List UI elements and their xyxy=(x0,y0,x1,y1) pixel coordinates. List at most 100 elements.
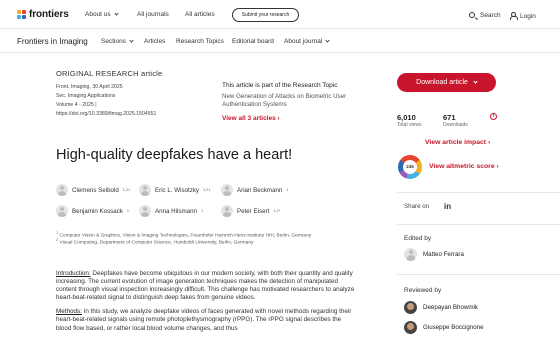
research-topic-heading: This article is part of the Research Top… xyxy=(222,82,338,89)
login-label: Login xyxy=(520,13,536,20)
affiliation-number: 2 xyxy=(56,238,59,242)
author-item[interactable]: Anna Hilsmann 1 xyxy=(139,205,203,217)
total-views-stat: 6,010 Total views xyxy=(397,113,421,128)
altmetric-label: View altmetric score xyxy=(429,163,495,170)
altmetric-badge-icon[interactable]: 245 xyxy=(398,155,422,179)
views-label: Total views xyxy=(397,122,422,128)
view-article-impact-link[interactable]: View article impact › xyxy=(425,139,490,146)
reviewer-name: Giuseppe Boccignone xyxy=(423,324,484,331)
divider xyxy=(397,224,560,225)
author-name: Clemens Seibold xyxy=(72,186,119,194)
download-article-button[interactable]: Download article xyxy=(397,73,496,92)
divider xyxy=(397,192,560,193)
volume: Volume 4 - 2025 | xyxy=(56,102,97,108)
chevron-down-icon xyxy=(114,11,119,16)
journal-navigation: Frontiers in Imaging Sections Articles R… xyxy=(0,30,560,53)
article-title: High-quality deepfakes have a heart! xyxy=(56,147,293,163)
search-icon xyxy=(469,12,475,18)
author-name: Arian Beckmann xyxy=(237,186,283,194)
top-navigation: frontiers About us All journals All arti… xyxy=(0,0,560,29)
author-affiliation-sup: 1,2† xyxy=(203,188,211,192)
editor-name: Matteo Ferrara xyxy=(423,251,464,258)
chevron-down-icon xyxy=(325,38,330,43)
journal-name[interactable]: Frontiers in Imaging xyxy=(17,37,88,46)
altmetric-score: 245 xyxy=(403,160,417,174)
subnav-research-topics[interactable]: Research Topics xyxy=(176,38,224,45)
abstract-methods: Methods: In this study, we analyze deepf… xyxy=(56,308,356,332)
author-item[interactable]: Benjamin Kossack 1 xyxy=(56,205,129,217)
author-affiliation-sup: 1 xyxy=(126,209,130,213)
user-icon xyxy=(509,12,518,20)
frontiers-logo[interactable]: frontiers xyxy=(17,9,69,20)
author-item[interactable]: Eric L. Wisotzky 1,2† xyxy=(139,184,210,196)
intro-text: Deepfakes have become ubiquitous in our … xyxy=(56,270,355,302)
affiliation-2: 2 Visual Computing, Department of Comput… xyxy=(56,238,253,246)
author-item[interactable]: Peter Eisert 1,2* xyxy=(221,205,280,217)
avatar xyxy=(404,301,417,314)
subnav-editorial-board[interactable]: Editorial board xyxy=(232,38,274,45)
avatar xyxy=(139,184,151,196)
methods-text: In this study, we analyze deepfake video… xyxy=(56,308,352,332)
reviewer-item[interactable]: Giuseppe Boccignone xyxy=(404,321,484,334)
abstract-introduction: Introduction: Deepfakes have become ubiq… xyxy=(56,270,356,302)
avatar xyxy=(221,184,233,196)
abstract: Introduction: Deepfakes have become ubiq… xyxy=(56,270,356,333)
reviewer-item[interactable]: Deepayan Bhowmik xyxy=(404,301,478,314)
author-name: Anna Hilsmann xyxy=(155,207,197,215)
journal-citation: Front. Imaging, 30 April 2025 xyxy=(56,84,123,90)
avatar xyxy=(139,205,151,217)
methods-label: Methods: xyxy=(56,308,82,316)
view-all-label: View all 3 articles xyxy=(222,115,276,122)
author-affiliation-sup: 1 xyxy=(200,209,204,213)
edited-by-heading: Edited by xyxy=(404,235,432,242)
author-affiliation-sup: 1,2† xyxy=(122,188,131,192)
chevron-right-icon: › xyxy=(496,163,499,170)
linkedin-icon[interactable]: in xyxy=(444,202,451,211)
info-icon[interactable]: i xyxy=(490,113,497,120)
downloads-label: Downloads xyxy=(443,122,468,128)
nav-all-journals[interactable]: All journals xyxy=(137,11,169,18)
reviewed-by-heading: Reviewed by xyxy=(404,287,442,294)
submit-research-button[interactable]: Submit your research xyxy=(232,8,299,22)
chevron-down-icon xyxy=(129,38,134,43)
subnav-articles[interactable]: Articles xyxy=(144,38,165,45)
editor-item[interactable]: Matteo Ferrara xyxy=(404,248,464,261)
subnav-sections-label: Sections xyxy=(101,38,126,45)
author-item[interactable]: Arian Beckmann 1 xyxy=(221,184,289,196)
chevron-right-icon: › xyxy=(277,115,280,122)
reviewer-name: Deepayan Bhowmik xyxy=(423,304,479,311)
author-name: Benjamin Kossack xyxy=(72,207,123,215)
chevron-right-icon: › xyxy=(487,139,491,146)
doi-link[interactable]: https://doi.org/10.3389/fimag.2025.15045… xyxy=(56,111,156,117)
intro-label: Introduction: xyxy=(56,270,91,277)
view-all-articles-link[interactable]: View all 3 articles › xyxy=(222,115,280,122)
impact-label: View article impact xyxy=(425,139,487,146)
affiliation-number: 1 xyxy=(56,231,59,235)
subnav-sections[interactable]: Sections xyxy=(101,38,134,45)
affiliation-text: Visual Computing, Department of Computer… xyxy=(59,240,254,246)
author-affiliation-sup: 1,2* xyxy=(273,209,281,213)
section-name: Sec. Imaging Applications xyxy=(56,93,116,99)
author-item[interactable]: Clemens Seibold 1,2† xyxy=(56,184,130,196)
login-button[interactable]: Login xyxy=(509,11,536,20)
author-affiliation-sup: 1 xyxy=(286,188,289,192)
nav-about-us-label: About us xyxy=(85,11,111,18)
avatar xyxy=(404,248,417,261)
download-label: Download article xyxy=(416,79,468,86)
search-label: Search xyxy=(480,12,501,19)
research-topic-title[interactable]: New Generation of Attacks on Biometric U… xyxy=(222,93,362,109)
nav-about-us[interactable]: About us xyxy=(85,11,119,18)
avatar xyxy=(404,321,417,334)
nav-all-articles[interactable]: All articles xyxy=(185,11,215,18)
avatar xyxy=(56,184,68,196)
avatar xyxy=(221,205,233,217)
subnav-about-journal-label: About journal xyxy=(284,38,323,45)
share-on-label: Share on xyxy=(404,203,430,210)
views-count: 6,010 xyxy=(397,113,416,122)
author-name: Peter Eisert xyxy=(237,207,270,215)
subnav-about-journal[interactable]: About journal xyxy=(284,38,330,45)
search-button[interactable]: Search xyxy=(469,11,501,19)
downloads-stat: 671 Downloads xyxy=(443,113,468,128)
view-altmetric-link[interactable]: View altmetric score › xyxy=(429,163,499,170)
logo-mark-icon xyxy=(17,10,26,19)
